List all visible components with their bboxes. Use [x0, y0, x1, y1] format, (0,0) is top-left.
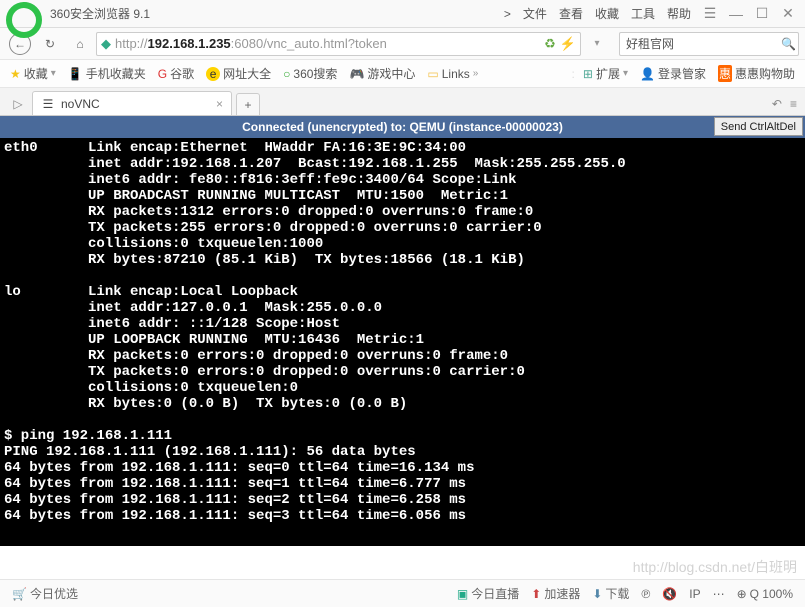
sidebar-toggle-icon[interactable]: ▷: [4, 97, 32, 115]
download-button[interactable]: ⬇下载: [586, 585, 635, 602]
vnc-status-bar: Connected (unencrypted) to: QEMU (instan…: [0, 116, 805, 138]
minimize-button[interactable]: —: [723, 6, 749, 22]
send-ctrlaltdel-button[interactable]: Send CtrlAltDel: [714, 117, 803, 136]
shield-icon: ◆: [101, 36, 111, 52]
status-bar: 🛒今日优选 ▣今日直播 ⬆加速器 ⬇下载 ℗ 🔇 IP ⋯ ⊕Q 100%: [0, 579, 805, 607]
skin-button[interactable]: ☰: [697, 5, 723, 22]
mute-icon[interactable]: 🔇: [656, 587, 683, 601]
extensions-button[interactable]: ⊞扩展▾: [579, 65, 632, 82]
accelerator-button[interactable]: ⬆加速器: [525, 585, 586, 602]
bookmark-360search[interactable]: ○360搜索: [279, 65, 341, 82]
restore-tab-icon[interactable]: ↶: [772, 97, 790, 115]
phone-icon: 📱: [68, 67, 83, 81]
close-window-button[interactable]: ✕: [775, 5, 801, 22]
url-host: 192.168.1.235: [148, 36, 231, 51]
url-port: :6080: [231, 36, 264, 51]
search-bar[interactable]: 🔍: [619, 32, 799, 56]
shop-helper-button[interactable]: 惠惠惠购物助: [714, 65, 799, 82]
menu-help[interactable]: 帮助: [661, 5, 697, 22]
bookmark-bar: ★收藏▾ 📱手机收藏夹 G谷歌 e网址大全 ○360搜索 🎮游戏中心 ▭Link…: [0, 60, 805, 88]
home-button[interactable]: ⌂: [66, 32, 94, 56]
puzzle-icon: ⊞: [583, 67, 593, 81]
tab-novnc[interactable]: ☰ noVNC ×: [32, 91, 232, 115]
user-icon: 👤: [640, 67, 655, 81]
url-protocol: http://: [115, 36, 148, 51]
recycle-icon[interactable]: ♻: [544, 36, 556, 52]
hui-icon: 惠: [718, 65, 732, 82]
page-icon: ☰: [41, 97, 55, 111]
address-bar[interactable]: ◆ http:// 192.168.1.235 :6080 /vnc_auto.…: [96, 32, 581, 56]
live-button[interactable]: ▣今日直播: [451, 585, 525, 602]
pass-manager-button[interactable]: 👤登录管家: [636, 65, 710, 82]
menu-favorites[interactable]: 收藏: [589, 5, 625, 22]
tv-icon: ▣: [457, 587, 468, 601]
status-p-icon[interactable]: ℗: [635, 587, 656, 601]
menu-view[interactable]: 查看: [553, 5, 589, 22]
address-dropdown-icon[interactable]: ▾: [583, 32, 611, 56]
rocket-icon: ⬆: [531, 587, 541, 601]
tab-menu-icon[interactable]: ≡: [790, 97, 805, 115]
tab-close-button[interactable]: ×: [216, 97, 223, 111]
bookmark-mobile[interactable]: 📱手机收藏夹: [64, 65, 150, 82]
favorites-label: 收藏: [24, 65, 48, 82]
download-icon: ⬇: [592, 587, 602, 601]
tab-bar: ▷ ☰ noVNC × + ↶ ≡: [0, 88, 805, 116]
bolt-icon[interactable]: ⚡: [560, 36, 576, 52]
url-path: /vnc_auto.html?token: [263, 36, 387, 51]
menu-file[interactable]: 文件: [517, 5, 553, 22]
google-icon: G: [158, 67, 167, 81]
search-icon[interactable]: 🔍: [781, 37, 796, 51]
terminal-output[interactable]: eth0 Link encap:Ethernet HWaddr FA:16:3E…: [0, 138, 805, 546]
new-tab-button[interactable]: +: [236, 93, 260, 115]
bookmark-google[interactable]: G谷歌: [154, 65, 198, 82]
gamepad-icon: 🎮: [349, 67, 364, 81]
vnc-status-text: Connected (unencrypted) to: QEMU (instan…: [242, 120, 563, 134]
search-input[interactable]: [626, 37, 781, 51]
bookmark-games[interactable]: 🎮游戏中心: [345, 65, 419, 82]
menu-arrow-icon: >: [498, 7, 517, 21]
watermark-text: http://blog.csdn.net/白班明: [633, 557, 797, 577]
status-ip-icon[interactable]: IP: [683, 587, 706, 601]
cart-icon: 🛒: [12, 587, 27, 601]
maximize-button[interactable]: ☐: [749, 5, 775, 22]
navigation-toolbar: ← ↻ ⌂ ◆ http:// 192.168.1.235 :6080 /vnc…: [0, 28, 805, 60]
titlebar: 360安全浏览器 9.1 > 文件 查看 收藏 工具 帮助 ☰ — ☐ ✕: [0, 0, 805, 28]
folder-icon: ▭: [427, 67, 438, 81]
browser-logo-icon: [4, 0, 44, 40]
favorites-button[interactable]: ★收藏▾: [6, 65, 60, 82]
bookmark-sites[interactable]: e网址大全: [202, 65, 275, 82]
e-icon: e: [206, 67, 220, 81]
zoom-icon: ⊕: [737, 587, 747, 601]
star-icon: ★: [10, 67, 21, 81]
circle-icon: ○: [283, 67, 290, 81]
today-picks-button[interactable]: 🛒今日优选: [6, 585, 84, 602]
app-title: 360安全浏览器 9.1: [50, 5, 150, 22]
menu-tools[interactable]: 工具: [625, 5, 661, 22]
more-icon: »: [473, 68, 479, 79]
tab-label: noVNC: [61, 97, 210, 111]
bookmark-links[interactable]: ▭Links»: [423, 67, 482, 81]
status-dots-icon[interactable]: ⋯: [707, 587, 731, 601]
zoom-control[interactable]: ⊕Q 100%: [731, 587, 799, 601]
